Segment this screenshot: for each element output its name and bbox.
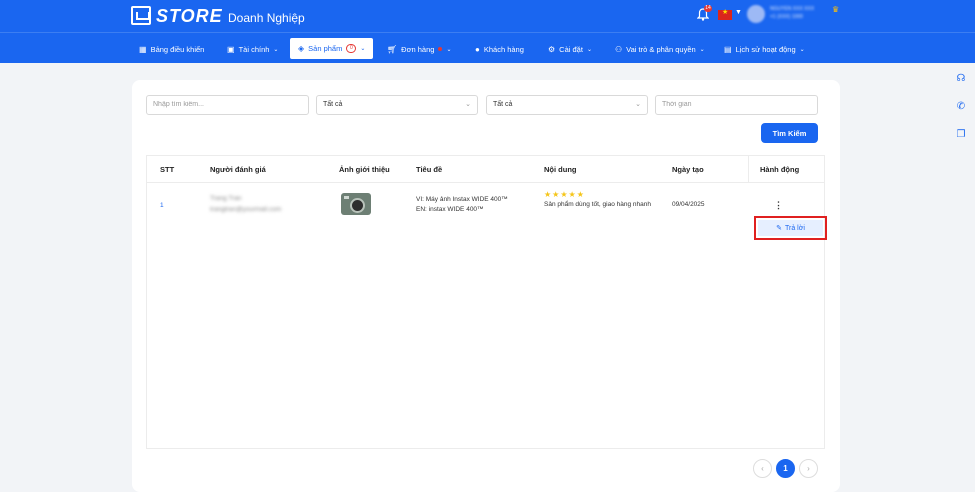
headset-icon[interactable]: ☊ bbox=[951, 73, 971, 84]
nav-roles[interactable]: ⚇ Vai trò & phân quyền ⌄ bbox=[615, 39, 705, 59]
layers-icon: ◈ bbox=[298, 44, 305, 53]
reviews-table: STT Người đánh giá Ảnh giới thiệu Tiêu đ… bbox=[146, 155, 825, 449]
row-stt: 1 bbox=[160, 202, 164, 209]
user-icon: ● bbox=[475, 44, 480, 54]
nav-label: Khách hàng bbox=[483, 44, 524, 54]
reply-button[interactable]: ✎ Trả lời bbox=[758, 220, 823, 236]
chevron-down-icon: ⌄ bbox=[465, 101, 471, 108]
products-count-badge: 0 bbox=[346, 44, 357, 53]
nav-customers[interactable]: ● Khách hàng bbox=[475, 39, 524, 59]
phone-icon[interactable]: ✆ bbox=[951, 101, 971, 112]
language-caret-icon[interactable]: ▼ bbox=[735, 9, 742, 16]
nav-finance[interactable]: ▣ Tài chính ⌄ bbox=[227, 39, 278, 59]
chevron-down-icon: ⌄ bbox=[360, 46, 366, 52]
filter-select-1-value: Tất cả bbox=[323, 101, 343, 108]
table-row: 1 Trang Tran trangtran@yourmail.com VI: … bbox=[147, 183, 824, 227]
nav-label: Vai trò & phân quyền bbox=[626, 44, 696, 54]
nav-label: Tài chính bbox=[238, 44, 270, 54]
filter-select-1[interactable]: Tất cả ⌄ bbox=[316, 95, 478, 115]
table-header: STT Người đánh giá Ảnh giới thiệu Tiêu đ… bbox=[147, 156, 824, 183]
chat-icon[interactable]: ❐ bbox=[951, 129, 971, 140]
top-header: STORE Doanh Nghiệp 14 ▼ NGUYEN XXX XXX +… bbox=[0, 0, 975, 32]
review-content: Sản phẩm dùng tốt, giao hàng nhanh bbox=[544, 201, 651, 208]
nav-label: Bảng điều khiển bbox=[150, 44, 205, 54]
pagination-prev[interactable]: ‹ bbox=[753, 459, 772, 478]
reviewer-email: trangtran@yourmail.com bbox=[210, 206, 282, 213]
column-header: Tiêu đề bbox=[416, 165, 443, 174]
pagination-next[interactable]: › bbox=[799, 459, 818, 478]
vietnam-flag-icon[interactable] bbox=[718, 8, 732, 20]
nav-label: Đơn hàng bbox=[401, 44, 435, 54]
orders-alert-dot bbox=[438, 47, 443, 51]
reply-label: Trả lời bbox=[784, 224, 805, 232]
chevron-down-icon: ⌄ bbox=[446, 46, 452, 53]
store-logo-text[interactable]: STORE bbox=[156, 6, 223, 27]
nav-settings[interactable]: ⚙ Cài đặt ⌄ bbox=[548, 39, 592, 59]
chevron-down-icon: ⌄ bbox=[799, 46, 805, 53]
notification-badge: 14 bbox=[704, 5, 712, 12]
pagination-page[interactable]: 1 bbox=[776, 459, 795, 478]
created-date: 09/04/2025 bbox=[672, 201, 705, 208]
title-en: EN: instax WIDE 400™ bbox=[416, 206, 484, 213]
cart-icon: 🛒︎ bbox=[387, 44, 398, 54]
column-header: Ảnh giới thiệu bbox=[339, 165, 390, 174]
column-header: Ngày tạo bbox=[672, 165, 704, 174]
dashboard-icon: ▦ bbox=[139, 44, 147, 54]
time-input-wrap bbox=[655, 95, 818, 115]
nav-activity-history[interactable]: ▤ Lịch sử hoạt động ⌄ bbox=[724, 39, 805, 59]
title-vi: VI: Máy ảnh Instax WIDE 400™ bbox=[416, 196, 508, 203]
column-divider bbox=[748, 156, 749, 183]
filter-select-2-value: Tất cả bbox=[493, 101, 513, 108]
brand-subtitle: Doanh Nghiệp bbox=[228, 11, 305, 25]
filter-select-2[interactable]: Tất cả ⌄ bbox=[486, 95, 648, 115]
chevron-down-icon: ⌄ bbox=[635, 101, 641, 108]
history-icon: ▤ bbox=[724, 44, 732, 54]
rating-stars: ★★★★★ bbox=[544, 190, 585, 199]
store-logo-icon[interactable] bbox=[131, 6, 151, 25]
wallet-icon: ▣ bbox=[227, 44, 235, 54]
nav-label: Lịch sử hoạt động bbox=[735, 44, 796, 54]
product-thumbnail[interactable] bbox=[341, 193, 371, 215]
search-input[interactable] bbox=[153, 101, 302, 108]
column-header: Người đánh giá bbox=[210, 165, 266, 174]
time-picker-input[interactable] bbox=[662, 101, 811, 108]
chevron-down-icon: ⌄ bbox=[699, 46, 705, 53]
nav-orders[interactable]: 🛒︎ Đơn hàng ⌄ bbox=[387, 39, 451, 59]
search-input-wrap bbox=[146, 95, 309, 115]
avatar[interactable] bbox=[747, 5, 765, 23]
more-actions-icon[interactable]: ⋮ bbox=[774, 200, 783, 211]
edit-icon: ✎ bbox=[776, 225, 782, 232]
reviewer-name: Trang Tran bbox=[210, 195, 242, 202]
crown-icon: ♛ bbox=[832, 5, 840, 14]
user-phone: +1 (XXX) 1000 bbox=[770, 14, 803, 20]
nav-products[interactable]: ◈ Sản phẩm 0 ⌄ bbox=[290, 38, 374, 59]
column-header: Hành động bbox=[760, 165, 800, 174]
search-button[interactable]: Tìm Kiếm bbox=[761, 123, 818, 143]
reply-highlight: ✎ Trả lời bbox=[754, 216, 827, 240]
chevron-down-icon: ⌄ bbox=[586, 46, 592, 53]
main-nav: ▦ Bảng điều khiển ▣ Tài chính ⌄ ◈ Sản ph… bbox=[0, 32, 975, 63]
nav-dashboard[interactable]: ▦ Bảng điều khiển bbox=[139, 39, 204, 59]
user-name[interactable]: NGUYEN XXX XXX bbox=[770, 6, 814, 12]
gear-icon: ⚙ bbox=[548, 44, 556, 54]
column-header: Nội dung bbox=[544, 165, 577, 174]
roles-icon: ⚇ bbox=[615, 44, 623, 54]
nav-label: Sản phẩm bbox=[308, 44, 343, 53]
chevron-down-icon: ⌄ bbox=[273, 46, 279, 53]
column-header: STT bbox=[160, 165, 175, 174]
nav-label: Cài đặt bbox=[559, 44, 583, 54]
